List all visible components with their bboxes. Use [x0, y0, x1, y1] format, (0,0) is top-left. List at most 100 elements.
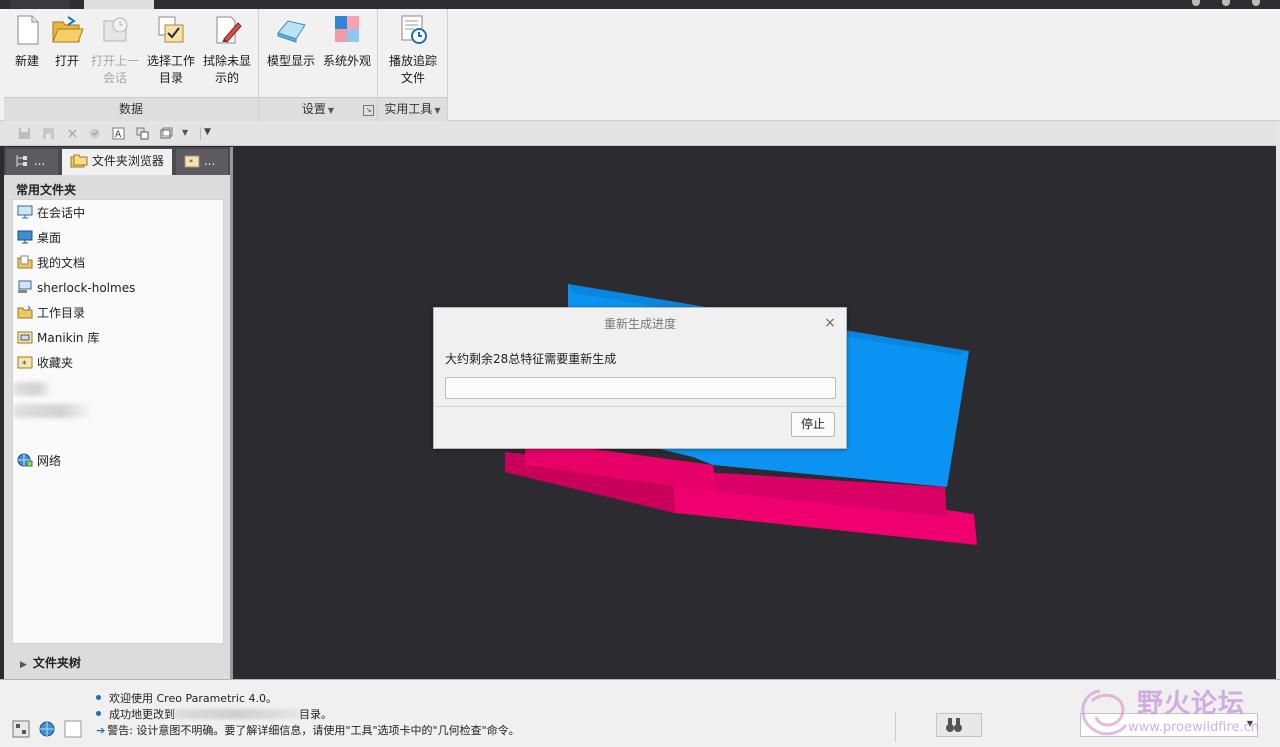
- settings-dialog-launcher-icon[interactable]: ↘: [363, 105, 374, 116]
- find-button[interactable]: [936, 713, 982, 737]
- list-item-my-documents[interactable]: 我的文档: [17, 252, 85, 274]
- progress-bar: [445, 377, 836, 399]
- model-display-button[interactable]: 模型显示: [263, 13, 319, 70]
- regenerate-icon[interactable]: [88, 127, 101, 140]
- message-line-1: 欢迎使用 Creo Parametric 4.0。: [96, 690, 277, 706]
- svg-text:*: *: [189, 158, 193, 167]
- watermark-url: www.proewildfire.cn: [1128, 720, 1259, 735]
- group-label-utilities[interactable]: 实用工具 ▼: [378, 97, 447, 121]
- watermark-text: 野火论坛: [1137, 689, 1246, 719]
- working-directory-icon: [17, 304, 33, 319]
- computer-icon: [17, 279, 33, 293]
- model-tree-icon: [16, 155, 27, 167]
- message-line-3: ➔ 警告: 设计意图不明确。要了解详细信息，请使用"工具"选项卡中的"几何检查"命…: [96, 724, 520, 737]
- playback-label-2: 文件: [400, 71, 425, 85]
- erase-label-1: 拭除未显: [202, 54, 251, 68]
- list-item-working-directory[interactable]: 工作目录: [17, 302, 85, 324]
- utilities-dropdown-icon: ▼: [434, 106, 441, 115]
- windows-dropdown-icon[interactable]: ▼: [182, 128, 195, 141]
- status-divider: [895, 712, 896, 742]
- network-globe-icon: [17, 452, 33, 467]
- expand-icon: ▶: [20, 660, 27, 670]
- tab-folder-browser[interactable]: 文件夹浏览器: [62, 149, 172, 175]
- switch-windows-icon[interactable]: [160, 127, 173, 140]
- ribbon-group-utilities: 播放追踪 文件 实用工具 ▼: [378, 9, 448, 121]
- folder-tree-toggle[interactable]: ▶ 文件夹树: [20, 654, 81, 671]
- monitor-icon: [17, 204, 33, 219]
- full-screen-icon[interactable]: [64, 720, 82, 738]
- quick-access-toolbar: A ▼ ▼: [0, 121, 1280, 146]
- list-item-favorites[interactable]: * 收藏夹: [17, 352, 73, 374]
- group-label-data: 数据: [4, 97, 258, 121]
- ribbon: 新建 打开 打开上一 会话 选择工作 目录 拭除未显 示的 数据 模型显示 系统…: [0, 9, 1280, 121]
- annotation-icon[interactable]: A: [112, 127, 125, 140]
- warning-arrow-icon: ➔: [96, 724, 106, 737]
- group-label-settings[interactable]: 设置 ▼: [259, 97, 377, 121]
- open-folder-icon: [50, 13, 84, 47]
- redacted-path: [175, 709, 299, 719]
- right-edge: [1276, 121, 1280, 681]
- settings-dropdown-icon: ▼: [327, 106, 335, 115]
- system-appearance-button[interactable]: 系统外观: [319, 13, 375, 70]
- open-last-label-1: 打开上一: [90, 54, 139, 68]
- favorites-title: 常用文件夹: [16, 183, 77, 197]
- open-last-session-button[interactable]: 打开上一 会话: [88, 13, 142, 87]
- list-item-manikin[interactable]: Manikin 库: [17, 327, 99, 349]
- select-working-directory-button[interactable]: 选择工作 目录: [144, 13, 198, 87]
- redacted-item: [13, 404, 93, 418]
- open-button-label: 打开: [54, 54, 79, 68]
- list-item-desktop[interactable]: 桌面: [17, 227, 61, 249]
- list-item-user[interactable]: sherlock-holmes: [17, 277, 135, 299]
- message-line-2: 成功地更改到 目录。: [96, 706, 332, 722]
- home-tab[interactable]: [84, 0, 154, 9]
- system-appearance-icon: [330, 13, 364, 47]
- windows-icon[interactable]: [136, 127, 149, 140]
- tab-favorites[interactable]: * ...: [176, 149, 228, 175]
- help-icon[interactable]: [1192, 0, 1200, 6]
- info-bullet-icon: [96, 695, 101, 700]
- browser-icon[interactable]: [38, 720, 56, 738]
- common-folders-list: 在会话中 桌面 我的文档 sherlock-holmes 工作目录 Maniki…: [12, 199, 224, 644]
- open-last-label-2: 会话: [102, 71, 127, 85]
- ribbon-group-settings: 模型显示 系统外观 设置 ▼ ↘: [259, 9, 378, 121]
- new-button[interactable]: 新建: [8, 13, 46, 70]
- redacted-item: [13, 382, 53, 396]
- folder-browser-icon: [70, 154, 88, 168]
- close-window-icon[interactable]: [66, 127, 79, 140]
- list-item-network[interactable]: 网络: [17, 450, 61, 472]
- new-file-icon: [10, 13, 44, 47]
- svg-text:*: *: [22, 360, 27, 369]
- desktop-icon: [17, 229, 33, 244]
- open-button[interactable]: 打开: [48, 13, 86, 70]
- erase-not-displayed-button[interactable]: 拭除未显 示的: [200, 13, 254, 87]
- info-icon[interactable]: [1252, 0, 1260, 6]
- select-working-directory-icon: [154, 13, 188, 47]
- stop-button[interactable]: 停止: [791, 412, 835, 437]
- tab-model-tree[interactable]: ...: [6, 149, 58, 175]
- regeneration-progress-dialog: 重新生成进度 × 大约剩余28总特征需要重新生成 停止: [433, 307, 847, 449]
- favorites-tab-icon: *: [184, 155, 200, 168]
- library-icon: [17, 329, 33, 344]
- settings-icon[interactable]: [1222, 0, 1230, 6]
- erase-icon: [210, 13, 244, 47]
- svg-text:A: A: [115, 130, 122, 140]
- show-model-tree-icon[interactable]: [12, 720, 30, 738]
- file-tab[interactable]: [10, 0, 70, 9]
- new-button-label: 新建: [14, 54, 39, 68]
- dialog-divider: [434, 406, 846, 407]
- dialog-title: 重新生成进度: [603, 317, 676, 331]
- playback-label-1: 播放追踪: [388, 54, 437, 68]
- close-icon[interactable]: ×: [824, 316, 836, 330]
- favorites-icon: *: [17, 354, 33, 370]
- title-bar: [0, 0, 1280, 9]
- save-icon[interactable]: [18, 127, 31, 140]
- play-trail-file-button[interactable]: 播放追踪 文件: [382, 13, 444, 87]
- select-wd-label-1: 选择工作: [146, 54, 195, 68]
- customize-toolbar-icon[interactable]: ▼: [200, 127, 216, 140]
- erase-label-2: 示的: [214, 71, 239, 85]
- list-item-in-session[interactable]: 在会话中: [17, 202, 85, 224]
- info-bullet-icon: [96, 711, 101, 716]
- save-copy-icon[interactable]: [42, 127, 55, 140]
- model-display-icon: [274, 13, 308, 47]
- open-last-session-icon: [98, 13, 132, 47]
